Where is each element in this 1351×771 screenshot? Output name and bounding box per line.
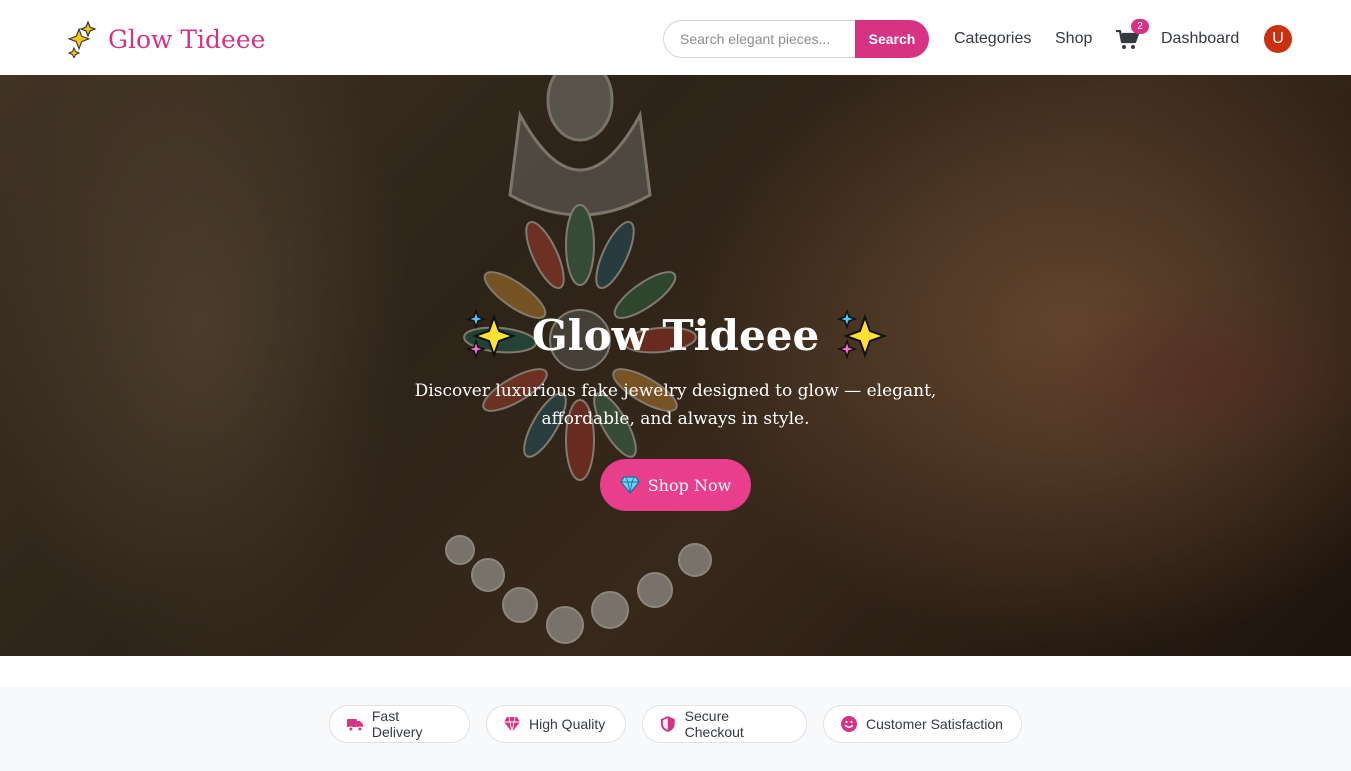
gem-icon bbox=[504, 716, 520, 733]
feature-label: Secure Checkout bbox=[684, 708, 744, 740]
sparkles-icon bbox=[836, 309, 888, 360]
nav-shop-link[interactable]: Shop bbox=[1055, 29, 1092, 49]
gem-icon bbox=[619, 476, 640, 494]
navbar: Glow Tideee Search Categories Shop 2 Das… bbox=[0, 0, 1351, 75]
hero-banner: Glow Tideee Discover luxurious fake jewe… bbox=[0, 75, 1351, 656]
feature-badge-fast-delivery: Fast Delivery bbox=[329, 705, 470, 743]
search-form: Search bbox=[663, 20, 929, 58]
hero-subtitle: Discover luxurious fake jewelry designed… bbox=[414, 381, 937, 429]
hero-title-text: Glow Tideee bbox=[531, 310, 820, 360]
smile-icon bbox=[841, 716, 857, 732]
feature-label: Customer Satisfaction bbox=[866, 716, 1003, 732]
shop-now-button[interactable]: Shop Now bbox=[600, 459, 751, 511]
features-strip: Fast Delivery High Quality Secure Checko… bbox=[0, 687, 1351, 771]
user-avatar[interactable]: U bbox=[1264, 25, 1292, 53]
cart-count-badge: 2 bbox=[1131, 19, 1149, 34]
sparkles-icon bbox=[465, 309, 516, 360]
feature-badge-secure-checkout: Secure Checkout bbox=[642, 705, 807, 743]
feature-badge-customer-satisfaction: Customer Satisfaction bbox=[823, 705, 1022, 743]
search-input[interactable] bbox=[663, 20, 855, 58]
hero-title: Glow Tideee bbox=[0, 305, 1351, 365]
sparkles-icon bbox=[67, 20, 97, 58]
truck-icon bbox=[346, 719, 363, 732]
search-button[interactable]: Search bbox=[855, 20, 929, 58]
brand-name: Glow Tideee bbox=[108, 24, 266, 54]
nav-dashboard-link[interactable]: Dashboard bbox=[1161, 29, 1239, 49]
shop-now-label: Shop Now bbox=[647, 475, 732, 495]
feature-label: Fast Delivery bbox=[371, 708, 423, 740]
feature-badge-high-quality: High Quality bbox=[486, 705, 626, 743]
nav-categories-link[interactable]: Categories bbox=[954, 29, 1031, 49]
hero-content: Glow Tideee Discover luxurious fake jewe… bbox=[0, 305, 1351, 511]
shield-icon bbox=[660, 716, 675, 732]
feature-label: High Quality bbox=[529, 716, 606, 732]
brand-logo[interactable]: Glow Tideee bbox=[66, 20, 265, 58]
